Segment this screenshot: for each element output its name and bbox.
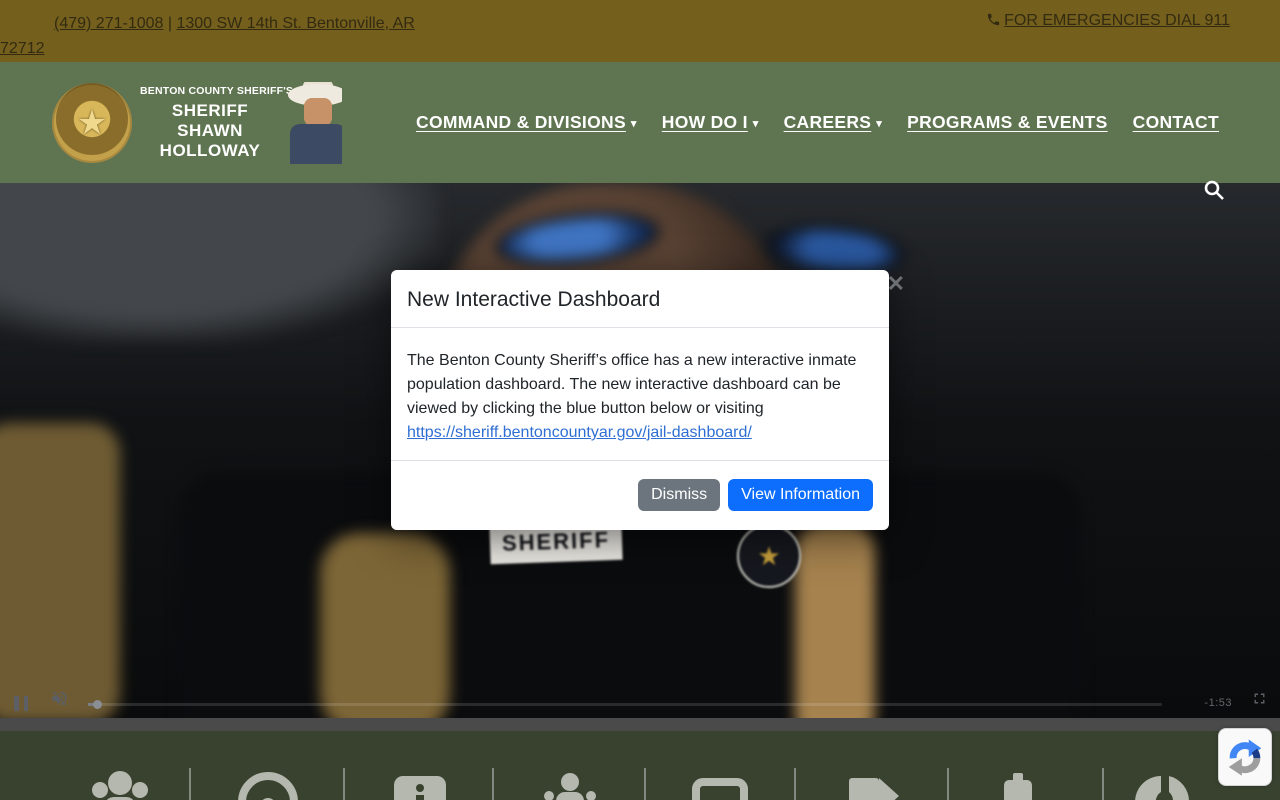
chevron-down-icon: ▾ bbox=[631, 117, 637, 130]
recaptcha-badge[interactable] bbox=[1218, 728, 1272, 786]
sheriff-portrait bbox=[282, 82, 342, 164]
search-icon[interactable] bbox=[1202, 178, 1226, 202]
dashboard-link[interactable]: https://sheriff.bentoncountyar.gov/jail-… bbox=[407, 424, 752, 441]
phone-link[interactable]: (479) 271-1008 bbox=[54, 15, 163, 32]
phone-icon bbox=[986, 12, 1001, 27]
section-divider-strip bbox=[0, 718, 1280, 731]
monitor-icon[interactable] bbox=[688, 768, 752, 800]
dashboard-modal: ✕ New Interactive Dashboard The Benton C… bbox=[391, 270, 889, 530]
logo-title-line: SHERIFF bbox=[140, 101, 280, 121]
progress-knob[interactable] bbox=[93, 700, 102, 709]
modal-body: The Benton County Sheriff’s office has a… bbox=[391, 328, 889, 461]
site-logo[interactable]: ★ BENTON COUNTY SHERIFF'S OFFICE SHERIFF… bbox=[52, 82, 342, 164]
badge-icon[interactable] bbox=[986, 768, 1050, 800]
video-controls: -1:53 bbox=[0, 688, 1280, 718]
split-circle-icon[interactable] bbox=[1131, 768, 1195, 800]
document-icon[interactable] bbox=[841, 768, 905, 800]
logo-text: BENTON COUNTY SHERIFF'S OFFICE SHERIFF S… bbox=[140, 85, 280, 161]
fullscreen-icon[interactable] bbox=[1251, 690, 1268, 712]
view-information-button[interactable]: View Information bbox=[728, 479, 873, 511]
chevron-down-icon: ▾ bbox=[876, 117, 882, 130]
video-progress-bar[interactable] bbox=[88, 703, 1162, 706]
nav-item-command-divisions[interactable]: COMMAND & DIVISIONS▾ bbox=[416, 112, 637, 133]
contact-block: (479) 271-1008 | 1300 SW 14th St. Benton… bbox=[0, 11, 440, 61]
emergency-notice: FOR EMERGENCIES DIAL 911 bbox=[986, 12, 1230, 30]
page-root: (479) 271-1008 | 1300 SW 14th St. Benton… bbox=[0, 0, 1280, 800]
people-group-icon[interactable] bbox=[86, 768, 150, 800]
nav-links: COMMAND & DIVISIONS▾ HOW DO I▾ CAREERS▾ … bbox=[416, 62, 1219, 183]
emergency-link[interactable]: FOR EMERGENCIES DIAL 911 bbox=[1004, 12, 1230, 29]
modal-header: New Interactive Dashboard bbox=[391, 270, 889, 328]
sheriff-badge-icon: ★ bbox=[52, 83, 132, 163]
quicklinks-section bbox=[0, 731, 1280, 800]
nav-item-careers[interactable]: CAREERS▾ bbox=[784, 112, 883, 133]
person-icon[interactable] bbox=[538, 768, 602, 800]
nav-item-programs-events[interactable]: PROGRAMS & EVENTS bbox=[907, 112, 1108, 133]
modal-title: New Interactive Dashboard bbox=[407, 288, 873, 312]
dismiss-button[interactable]: Dismiss bbox=[638, 479, 720, 511]
info-box-icon[interactable] bbox=[388, 768, 452, 800]
top-info-bar: (479) 271-1008 | 1300 SW 14th St. Benton… bbox=[0, 0, 1280, 62]
time-remaining: -1:53 bbox=[1204, 697, 1232, 709]
chevron-down-icon: ▾ bbox=[753, 117, 759, 130]
sheriff-round-patch: ★ bbox=[737, 524, 801, 588]
nav-item-how-do-i[interactable]: HOW DO I▾ bbox=[662, 112, 759, 133]
recaptcha-icon bbox=[1225, 736, 1265, 778]
close-icon[interactable]: ✕ bbox=[887, 273, 905, 295]
logo-name-line: SHAWN HOLLOWAY bbox=[140, 121, 280, 161]
pause-button-icon[interactable] bbox=[14, 696, 28, 711]
modal-footer: Dismiss View Information bbox=[391, 461, 889, 529]
circle-eye-icon[interactable] bbox=[236, 768, 300, 800]
logo-org-line: BENTON COUNTY SHERIFF'S OFFICE bbox=[140, 85, 280, 97]
separator: | bbox=[163, 15, 176, 32]
mute-button-icon[interactable] bbox=[50, 689, 69, 713]
nav-item-contact[interactable]: CONTACT bbox=[1133, 112, 1219, 133]
modal-body-text: The Benton County Sheriff’s office has a… bbox=[407, 352, 856, 417]
main-navbar: ★ BENTON COUNTY SHERIFF'S OFFICE SHERIFF… bbox=[0, 62, 1280, 183]
